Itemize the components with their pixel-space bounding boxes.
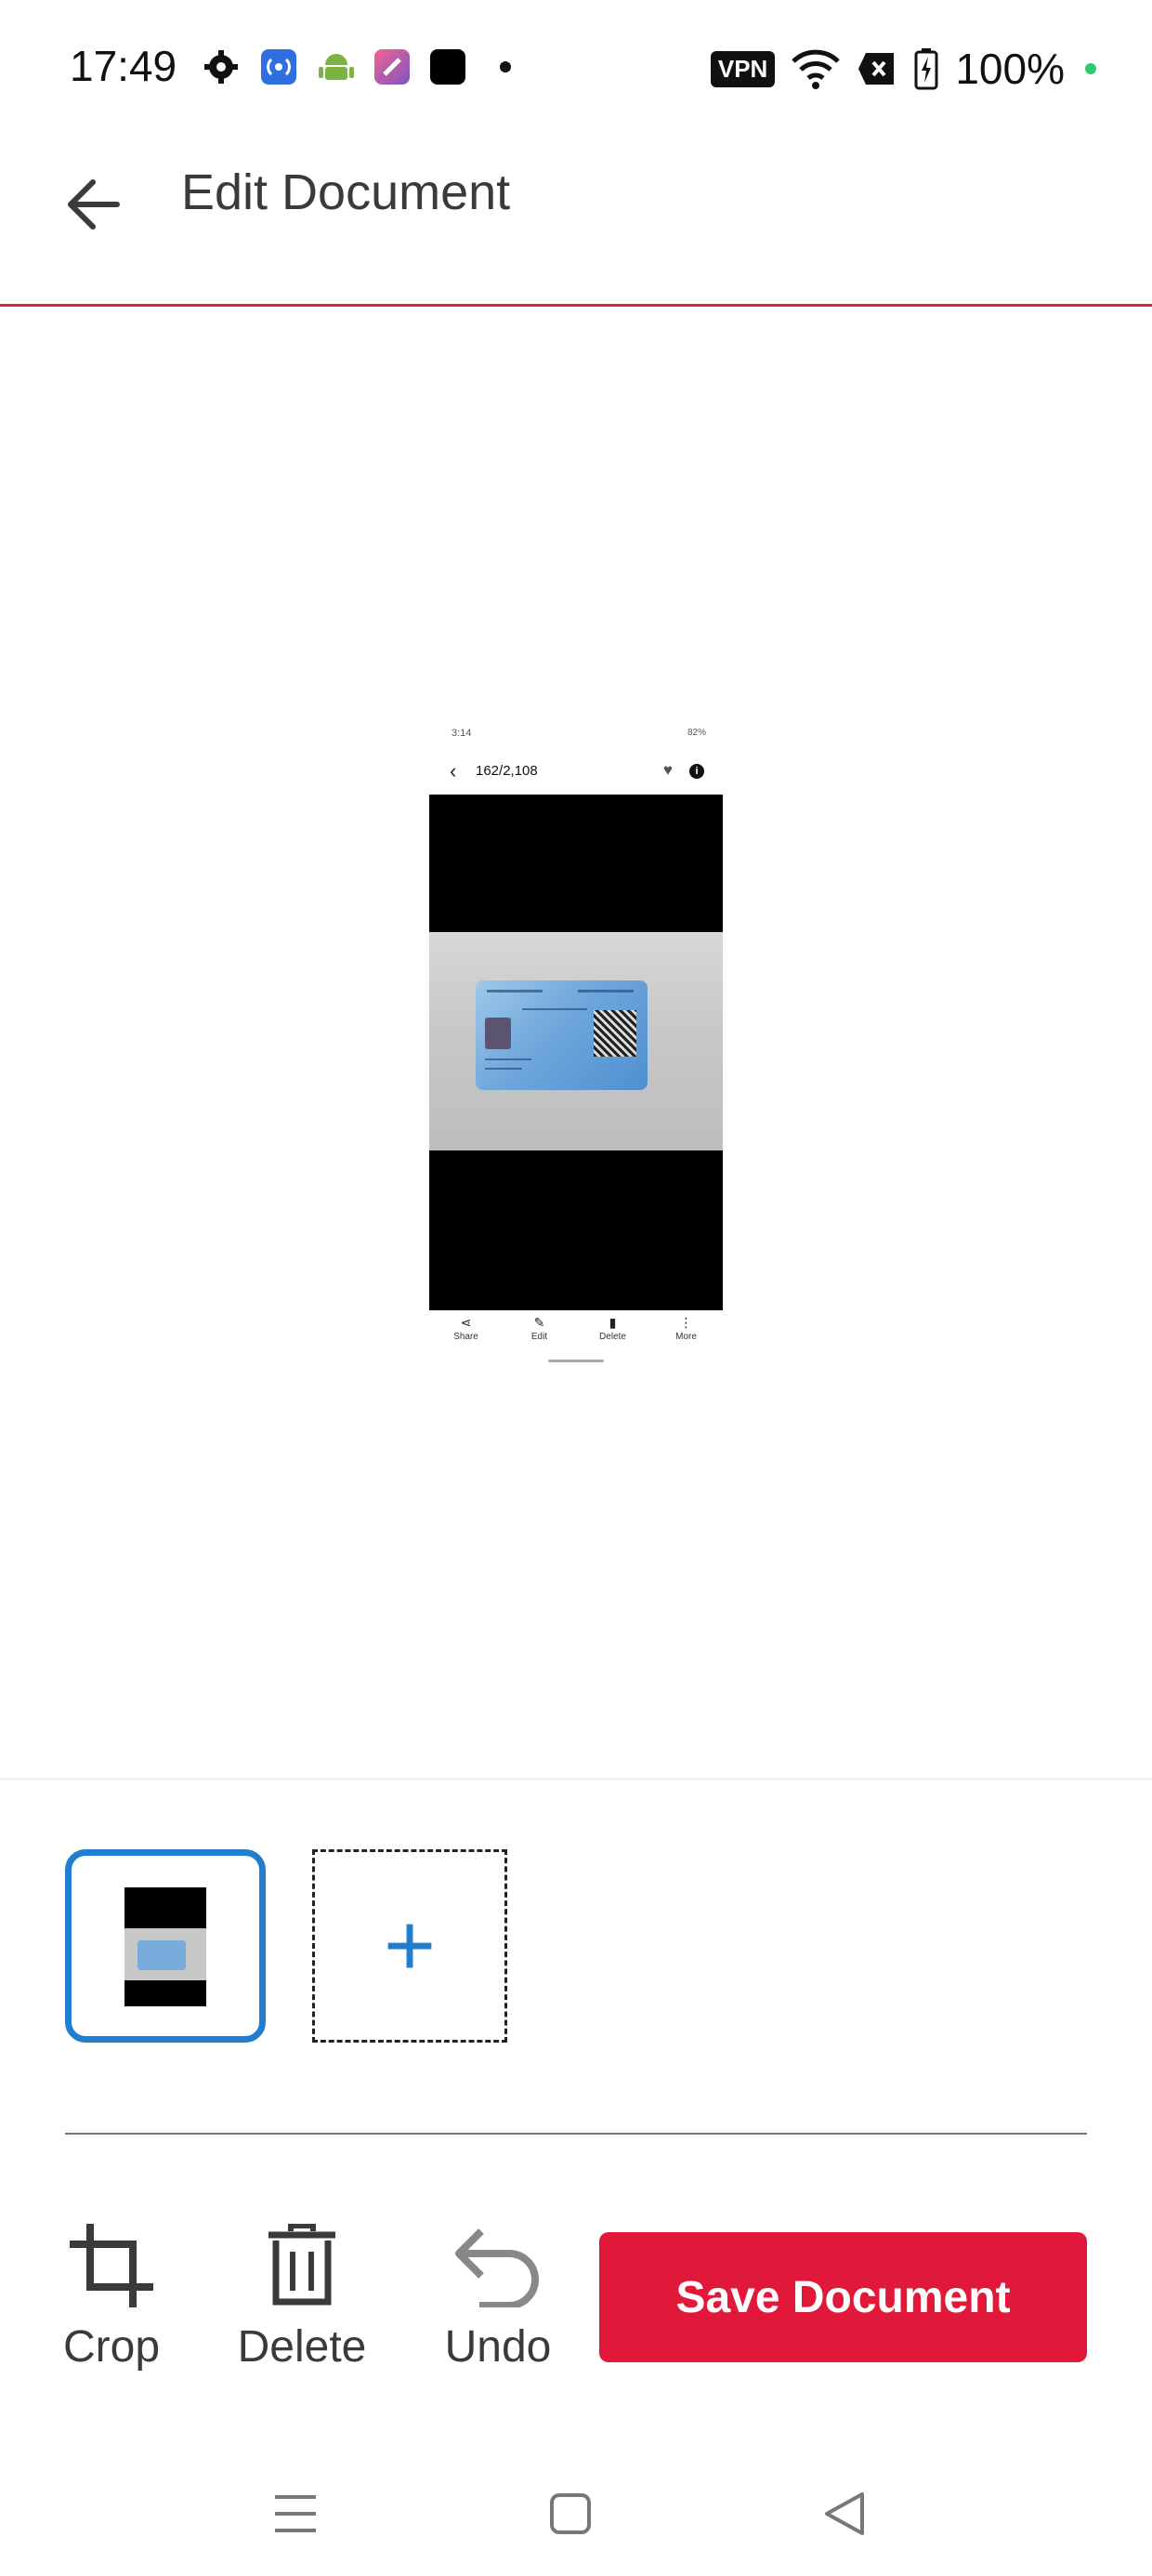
status-time: 17:49 <box>70 42 177 90</box>
radio-icon <box>261 49 296 85</box>
arrow-left-icon <box>68 179 120 230</box>
document-page-image: 3:14 82% ‹ 162/2,108 ♥ i ⋖ Share ✎ Edit … <box>429 720 723 1366</box>
thumbnail-photo <box>124 1887 206 2006</box>
id-card-photo <box>429 795 723 1310</box>
wifi-icon <box>792 49 841 89</box>
preview-more-label: More <box>675 1332 697 1342</box>
page-thumbnail-selected[interactable] <box>65 1849 266 2043</box>
card-line <box>485 1068 522 1070</box>
info-icon: i <box>689 764 704 779</box>
page-title: Edit Document <box>181 164 511 220</box>
thumbnail-band <box>124 1928 206 1980</box>
card-qr-code <box>594 1010 636 1057</box>
crop-button[interactable]: Crop <box>58 2219 165 2372</box>
undo-icon <box>440 2219 556 2312</box>
share-icon: ⋖ <box>460 1315 472 1330</box>
recent-apps-button[interactable] <box>263 2481 328 2546</box>
card-line <box>522 1008 587 1010</box>
photo-background <box>429 932 723 1150</box>
back-button[interactable] <box>56 167 130 242</box>
thumbnail-card <box>137 1940 186 1970</box>
delete-label: Delete <box>237 2322 367 2372</box>
divider <box>65 2133 1087 2135</box>
preview-delete-label: Delete <box>599 1332 626 1342</box>
save-document-button[interactable]: Save Document <box>599 2232 1087 2362</box>
app-bar: Edit Document <box>0 139 1152 307</box>
menu-icon <box>275 2495 316 2532</box>
preview-share-label: Share <box>453 1332 478 1342</box>
preview-more: ⋮ More <box>659 1313 714 1360</box>
card-face-photo <box>485 1018 511 1049</box>
square-icon <box>550 2493 591 2534</box>
more-icon: ⋮ <box>679 1315 693 1330</box>
delete-button[interactable]: Delete <box>234 2219 370 2372</box>
crop-icon <box>58 2219 165 2312</box>
x-badge-icon <box>858 53 895 85</box>
dot-icon <box>500 61 511 72</box>
battery-icon <box>914 48 938 90</box>
vpn-badge: VPN <box>710 50 776 87</box>
undo-button[interactable]: Undo <box>440 2219 556 2372</box>
preview-toolbar: ⋖ Share ✎ Edit ▮ Delete ⋮ More <box>429 1313 723 1360</box>
settings-icon <box>204 50 238 84</box>
heart-icon: ♥ <box>662 761 673 779</box>
battery-percentage: 100% <box>955 45 1065 93</box>
home-button[interactable] <box>538 2481 603 2546</box>
crop-label: Crop <box>62 2322 161 2372</box>
strip-divider <box>0 1778 1152 1781</box>
android-icon <box>319 54 354 80</box>
status-right: VPN 100% <box>710 45 1096 93</box>
trash-icon <box>234 2219 370 2312</box>
preview-delete: ▮ Delete <box>585 1313 641 1360</box>
app-icon <box>374 49 410 85</box>
card-line <box>487 990 543 992</box>
add-page-button[interactable]: + <box>312 1849 507 2043</box>
card-line <box>578 990 634 992</box>
delete-icon: ▮ <box>609 1315 617 1330</box>
square-app-icon <box>430 49 465 85</box>
system-nav-bar <box>0 2453 1152 2576</box>
back-nav-button[interactable] <box>812 2481 877 2546</box>
id-card <box>476 980 648 1090</box>
undo-label: Undo <box>444 2322 552 2372</box>
status-bar: 17:49 VPN 100% <box>0 0 1152 139</box>
plus-icon: + <box>383 1896 437 1995</box>
triangle-back-icon <box>825 2492 864 2535</box>
preview-share: ⋖ Share <box>439 1313 494 1360</box>
preview-page-counter: 162/2,108 <box>476 763 538 779</box>
preview-edit-label: Edit <box>530 1332 548 1342</box>
preview-edit: ✎ Edit <box>512 1313 568 1360</box>
preview-status-time: 3:14 <box>452 728 472 739</box>
preview-header: ‹ 162/2,108 ♥ i <box>429 756 723 793</box>
card-line <box>485 1058 531 1060</box>
privacy-indicator-icon <box>1085 63 1096 74</box>
thumbnail-image <box>124 1876 206 2017</box>
document-preview: 3:14 82% ‹ 162/2,108 ♥ i ⋖ Share ✎ Edit … <box>0 309 1152 1778</box>
preview-back-icon: ‹ <box>450 759 457 782</box>
edit-icon: ✎ <box>533 1315 545 1330</box>
preview-status-right: 82% <box>687 728 706 738</box>
preview-handle <box>548 1360 604 1362</box>
